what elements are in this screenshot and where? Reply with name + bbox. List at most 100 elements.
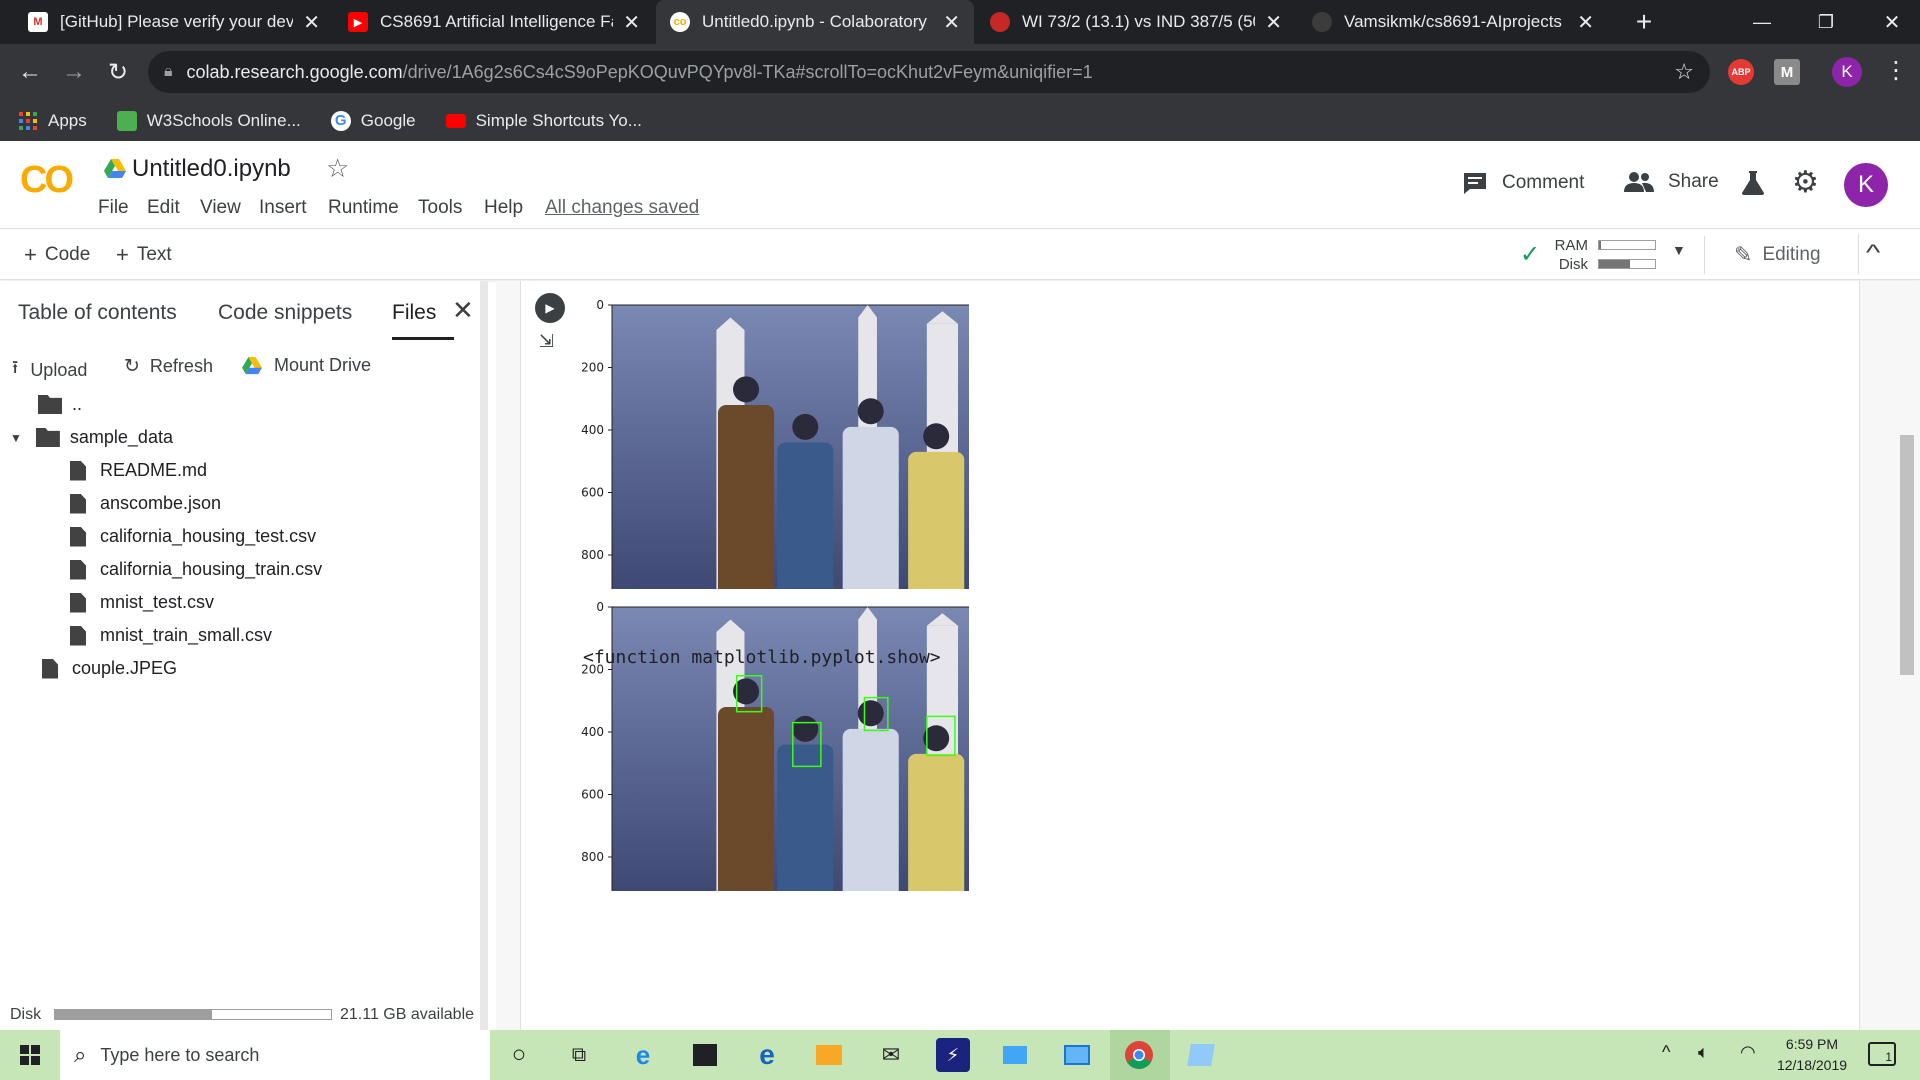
save-status-link[interactable]: All changes saved [545, 197, 699, 219]
tree-parent-folder[interactable]: .. [38, 394, 82, 415]
back-arrow-icon[interactable]: ← [14, 56, 46, 88]
microsoft-store-icon[interactable] [688, 1038, 722, 1072]
minimize-window-button[interactable]: — [1734, 0, 1790, 44]
notebook-title[interactable]: Untitled0.ipynb [132, 155, 291, 183]
tab-close-icon[interactable]: ✕ [943, 10, 960, 35]
bookmark-google[interactable]: G Google [330, 110, 416, 131]
caret-down-icon[interactable]: ▼ [10, 431, 22, 445]
tree-file[interactable]: mnist_test.csv [70, 592, 214, 613]
run-cell-play-icon[interactable]: ▶ [535, 293, 565, 323]
tree-file[interactable]: mnist_train_small.csv [70, 625, 272, 646]
image-plot-original: 0200400600800020040060080010001200 [581, 299, 969, 589]
visual-studio-icon[interactable]: ⚡︎ [936, 1038, 970, 1072]
resources-dropdown-icon[interactable]: ▼ [1672, 242, 1686, 258]
reload-icon[interactable]: ↻ [102, 56, 134, 88]
resources-labels[interactable]: RAM Disk [1552, 236, 1588, 274]
mail-icon[interactable]: ✉ [874, 1038, 908, 1072]
settings-gear-icon[interactable]: ⚙ [1792, 165, 1819, 200]
wifi-icon[interactable]: ◠ [1740, 1042, 1756, 1063]
windows-start-icon[interactable] [20, 1045, 40, 1065]
bookmark-apps[interactable]: Apps [18, 111, 87, 131]
flask-icon[interactable] [1742, 171, 1764, 195]
menu-edit[interactable]: Edit [147, 197, 180, 219]
menu-view[interactable]: View [200, 197, 241, 219]
extension-m-icon[interactable]: M [1774, 59, 1800, 85]
edge-icon[interactable]: e [750, 1038, 784, 1072]
new-tab-button[interactable]: + [1616, 0, 1672, 44]
scrollbar-thumb[interactable] [1900, 435, 1914, 675]
bookmark-label: Simple Shortcuts Yo... [475, 110, 642, 130]
y-tick-label: 600 [581, 788, 604, 802]
editing-mode-button[interactable]: ✎ Editing [1734, 242, 1821, 268]
tab-close-icon[interactable]: ✕ [1265, 10, 1282, 35]
tree-item-label: README.md [100, 460, 208, 480]
tab-table-of-contents[interactable]: Table of contents [18, 301, 177, 325]
task-view-icon[interactable]: ⧉ [562, 1038, 596, 1072]
tab-close-icon[interactable]: ✕ [1577, 10, 1594, 35]
colab-logo[interactable]: CO [20, 159, 74, 202]
menu-runtime[interactable]: Runtime [328, 197, 399, 219]
bookmark-w3schools[interactable]: W3Schools Online... [116, 110, 301, 131]
forward-arrow-icon[interactable]: → [58, 56, 90, 88]
menu-file[interactable]: File [98, 197, 129, 219]
menu-help[interactable]: Help [484, 197, 523, 219]
internet-explorer-icon[interactable]: e [626, 1038, 660, 1072]
tree-file[interactable]: california_housing_test.csv [70, 526, 316, 547]
code-cell[interactable]: ▶ ⇲ 020040060080002004006008001000120002… [520, 281, 1860, 1030]
star-icon[interactable]: ☆ [326, 153, 349, 184]
tab-close-icon[interactable]: ✕ [303, 10, 320, 35]
bookmark-simple-shortcuts[interactable]: Simple Shortcuts Yo... [445, 110, 642, 131]
close-panel-icon[interactable]: ✕ [452, 295, 474, 326]
address-bar[interactable]: 🔒︎ colab.research.google.com/drive/1A6g2… [148, 51, 1710, 93]
control-panel-icon[interactable] [1060, 1038, 1094, 1072]
tree-folder-sample-data[interactable]: ▼ sample_data [10, 427, 173, 448]
restore-window-button[interactable]: ❐ [1798, 0, 1854, 44]
comment-button[interactable]: Comment [1462, 171, 1584, 195]
browser-tab-gmail[interactable]: M [GitHub] Please verify your devi ✕ [14, 0, 334, 44]
person-body [908, 753, 965, 891]
menu-insert[interactable]: Insert [259, 197, 307, 219]
account-avatar[interactable]: K [1844, 163, 1888, 207]
show-hidden-icons-chevron[interactable]: ^ [1662, 1042, 1670, 1063]
browser-profile-avatar[interactable]: K [1832, 57, 1862, 87]
tab-code-snippets[interactable]: Code snippets [218, 301, 352, 325]
mount-drive-button[interactable]: Mount Drive [242, 355, 371, 376]
y-tick-label: 800 [581, 850, 604, 864]
chrome-icon[interactable] [1122, 1038, 1156, 1072]
tree-file[interactable]: anscombe.json [70, 493, 221, 514]
browser-tab-youtube[interactable]: ▶ CS8691 Artificial Intelligence Fa ✕ [334, 0, 654, 44]
cortana-icon[interactable]: ○ [502, 1038, 536, 1072]
tab-files[interactable]: Files [392, 301, 436, 325]
adblock-extension-icon[interactable]: ABP [1728, 59, 1754, 85]
disk-label: Disk [1558, 256, 1588, 273]
tree-item-label: mnist_train_small.csv [100, 625, 273, 645]
output-action-icon[interactable]: ⇲ [539, 331, 554, 352]
tree-file[interactable]: couple.JPEG [42, 658, 177, 679]
browser-tab-cricket[interactable]: WI 73/2 (13.1) vs IND 387/5 (50 ✕ [976, 0, 1296, 44]
taskbar-clock[interactable]: 6:59 PM 12/18/2019 [1772, 1034, 1852, 1076]
share-button[interactable]: Share [1624, 171, 1719, 193]
refresh-button[interactable]: ↻ Refresh [124, 355, 213, 378]
add-code-cell-button[interactable]: + Code [24, 242, 90, 268]
menu-tools[interactable]: Tools [418, 197, 462, 219]
browser-tab-github[interactable]: Vamsikmk/cs8691-AIprojects ✕ [1298, 0, 1608, 44]
tree-file[interactable]: README.md [70, 460, 207, 481]
volume-icon[interactable]: 🔈︎ [1698, 1042, 1709, 1063]
close-window-button[interactable]: ✕ [1864, 0, 1920, 44]
action-center-icon[interactable]: 1 [1868, 1042, 1896, 1066]
file-explorer-icon[interactable] [812, 1038, 846, 1072]
comment-icon [1464, 173, 1486, 194]
remote-desktop-icon[interactable] [998, 1038, 1032, 1072]
bookmark-star-icon[interactable]: ☆ [1674, 59, 1694, 85]
lock-icon: 🔒︎ [164, 63, 173, 80]
taskbar-search-box[interactable]: ⌕ Type here to search [60, 1030, 490, 1080]
tab-close-icon[interactable]: ✕ [623, 10, 640, 35]
collapse-header-chevron-icon[interactable]: ^ [1866, 240, 1880, 266]
browser-menu-icon[interactable]: ⋮ [1884, 56, 1908, 85]
add-text-cell-button[interactable]: + Text [116, 242, 172, 268]
upload-button[interactable]: ⭱ Upload [12, 355, 87, 385]
tree-file[interactable]: california_housing_train.csv [70, 559, 322, 580]
bookmarks-bar: Apps W3Schools Online... G Google Simple… [0, 100, 1920, 141]
browser-tab-colab[interactable]: co Untitled0.ipynb - Colaboratory ✕ [656, 0, 974, 44]
notepad-icon[interactable] [1184, 1038, 1218, 1072]
